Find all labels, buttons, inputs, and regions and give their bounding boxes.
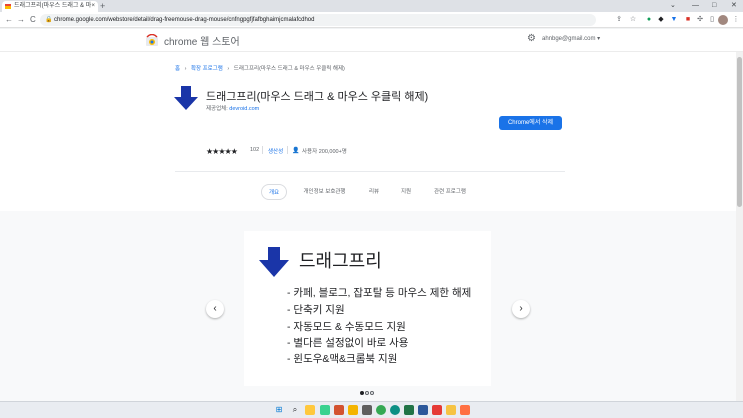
photo-icon[interactable] (446, 405, 456, 415)
tab-close-icon[interactable]: × (91, 1, 95, 12)
share-icon[interactable]: ⇪ (614, 15, 624, 25)
store-icon[interactable] (362, 405, 372, 415)
web-store-page: chrome 웹 스토어 ⚙ ahnbge@gmail.com ▾ 홈 › 확장… (0, 29, 743, 401)
extension-translate-icon[interactable]: ▼ (669, 15, 679, 25)
minimize-button[interactable]: — (692, 0, 699, 11)
tab-title: 드래그프리(마우스 드래그 & 마 (14, 3, 92, 9)
powerpoint-icon[interactable] (334, 405, 344, 415)
os-taskbar: ⊞ ⌕ (0, 401, 743, 418)
store-header: chrome 웹 스토어 ⚙ ahnbge@gmail.com ▾ (0, 29, 743, 52)
sidepanel-icon[interactable]: ▯ (707, 15, 717, 25)
account-menu[interactable]: ahnbge@gmail.com ▾ (542, 35, 600, 42)
tab-search-icon[interactable]: ⌄ (670, 0, 676, 11)
app-icon[interactable] (432, 405, 442, 415)
slide-feature: - 단축키 지원 (287, 304, 345, 316)
tab-related[interactable]: 관련 프로그램 (430, 184, 470, 200)
file-explorer-icon[interactable] (305, 405, 315, 415)
close-window-button[interactable]: ✕ (731, 0, 737, 11)
maximize-button[interactable]: □ (712, 0, 716, 11)
breadcrumb-separator: › (227, 66, 230, 72)
breadcrumb-separator: › (184, 66, 187, 72)
new-tab-button[interactable]: + (100, 0, 105, 12)
detail-tabs: 개요 개인정보 보호관행 리뷰 지원 관련 프로그램 (0, 184, 743, 202)
tab-support[interactable]: 지원 (396, 184, 416, 200)
user-icon: 👤 (292, 148, 300, 154)
gallery-pagination (360, 391, 375, 401)
breadcrumb-home[interactable]: 홈 (175, 66, 180, 72)
browser-tab[interactable]: 드래그프리(마우스 드래그 & 마 × (2, 1, 98, 12)
gallery-slide: 드래그프리 - 카페, 블로그, 잡포탈 등 마우스 제한 해제 - 단축키 지… (244, 231, 491, 386)
gallery-next-button[interactable]: › (512, 300, 530, 318)
extension-dark-icon[interactable]: ◆ (656, 15, 666, 25)
gallery-dot[interactable] (370, 391, 374, 395)
folder-icon[interactable] (348, 405, 358, 415)
url-text: chrome.google.com/webstore/detail/drag-f… (54, 17, 315, 23)
slide-feature: - 자동모드 & 수동모드 지원 (287, 321, 406, 333)
app2-icon[interactable] (460, 405, 470, 415)
forward-button[interactable]: → (17, 14, 25, 26)
gallery-prev-button[interactable]: ‹ (206, 300, 224, 318)
extension-green-icon[interactable]: ● (644, 15, 654, 25)
chrome-icon[interactable] (376, 405, 386, 415)
breadcrumb-category[interactable]: 확장 프로그램 (191, 66, 223, 72)
rating-count[interactable]: 102 (250, 147, 259, 153)
edge-icon[interactable] (390, 405, 400, 415)
extension-red-icon[interactable]: ■ (683, 15, 693, 25)
search-icon[interactable]: ⌕ (290, 405, 300, 415)
browser-toolbar: ← → C 🔒 chrome.google.com/webstore/detai… (0, 12, 743, 28)
category-link[interactable]: 생산성 (268, 147, 283, 155)
slide-title: 드래그프리 (299, 251, 382, 271)
extension-title: 드래그프리(마우스 드래그 & 마우스 우클릭 해제) (206, 91, 429, 103)
breadcrumb-current: 드래그프리(마우스 드래그 & 마우스 우클릭 해제) (233, 66, 345, 72)
whale-icon[interactable] (320, 405, 330, 415)
gear-icon[interactable]: ⚙ (527, 33, 536, 44)
extension-arrow-icon (174, 86, 198, 110)
excel-icon[interactable] (404, 405, 414, 415)
provider-label: 제공업체: (206, 106, 230, 112)
breadcrumb: 홈 › 확장 프로그램 › 드래그프리(마우스 드래그 & 마우스 우클릭 해제… (175, 64, 345, 72)
section-divider (175, 171, 565, 172)
chrome-web-store-logo[interactable] (146, 34, 158, 46)
store-name[interactable]: chrome 웹 스토어 (164, 33, 240, 48)
provider-line: 제공업체: devroid.com (206, 104, 259, 112)
store-favicon-icon (5, 4, 11, 9)
bookmark-star-icon[interactable]: ☆ (628, 15, 638, 25)
menu-icon[interactable]: ⋮ (731, 15, 741, 25)
back-button[interactable]: ← (5, 14, 13, 26)
gallery-dot[interactable] (365, 391, 369, 395)
tab-overview[interactable]: 개요 (261, 184, 287, 200)
address-bar[interactable]: 🔒 chrome.google.com/webstore/detail/drag… (40, 14, 596, 26)
user-count: 사용자 200,000+명 (302, 149, 347, 155)
windows-start-icon[interactable]: ⊞ (274, 405, 284, 415)
word-icon[interactable] (418, 405, 428, 415)
slide-feature: - 별다른 설정없이 바로 사용 (287, 337, 409, 349)
meta-divider (262, 146, 263, 154)
meta-divider (287, 146, 288, 154)
profile-avatar[interactable] (718, 15, 728, 25)
tab-privacy[interactable]: 개인정보 보호관행 (297, 184, 352, 200)
tab-reviews[interactable]: 리뷰 (364, 184, 384, 200)
slide-feature: - 윈도우&맥&크롬북 지원 (287, 353, 398, 365)
extensions-puzzle-icon[interactable]: ✣ (695, 15, 705, 25)
remove-from-chrome-button[interactable]: Chrome에서 삭제 (499, 116, 562, 130)
gallery-dot[interactable] (360, 391, 364, 395)
tab-strip: 드래그프리(마우스 드래그 & 마 × + ⌄ — □ ✕ (0, 0, 743, 12)
slide-feature: - 카페, 블로그, 잡포탈 등 마우스 제한 해제 (287, 287, 472, 299)
screenshot-gallery: ‹ 드래그프리 - 카페, 블로그, 잡포탈 등 마우스 제한 해제 - 단축키… (0, 211, 736, 401)
reload-button[interactable]: C (30, 14, 36, 26)
lock-icon: 🔒 (45, 17, 53, 23)
slide-arrow-icon (259, 247, 289, 277)
provider-link[interactable]: devroid.com (229, 106, 259, 112)
rating-stars: ★★★★★ (206, 147, 238, 156)
